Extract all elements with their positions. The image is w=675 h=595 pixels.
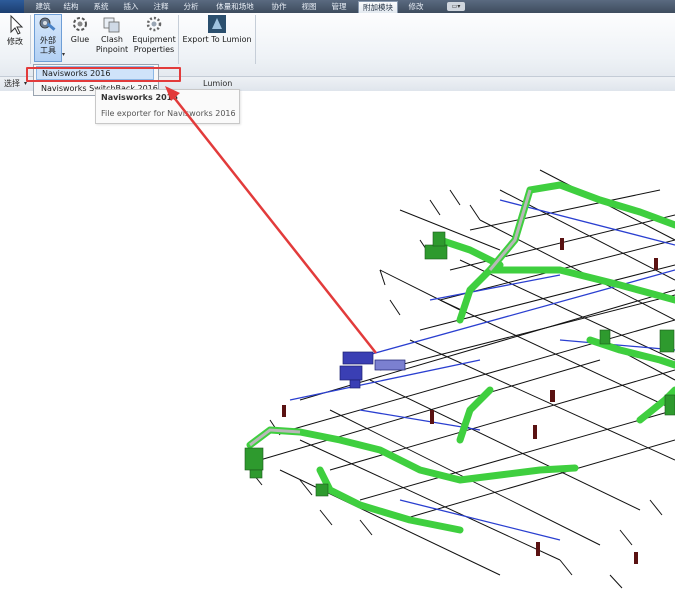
tab-insert[interactable]: 插入 [120,1,142,13]
tooltip-description: File exporter for Navisworks 2016 [101,109,236,118]
cursor-arrow-icon [10,14,24,35]
lumion-icon [208,15,226,33]
equipment-properties-icon [146,16,162,32]
clash-pinpoint-button[interactable]: Clash Pinpoint [95,14,129,62]
glue-label: Glue [70,35,90,44]
tab-collaborate[interactable]: 协作 [268,1,290,13]
modify-label: 修改 [7,37,23,46]
tab-systems[interactable]: 系统 [90,1,112,13]
tab-add-ins[interactable]: 附加模块 [358,1,398,13]
tooltip: Navisworks 2016 File exporter for Navisw… [95,89,240,124]
glue-button[interactable]: Glue [67,14,93,62]
tab-massing-site[interactable]: 体量和场地 [210,1,260,13]
external-tools-label-2: 工具 [40,46,56,55]
equipment-label-1: Equipment [132,35,176,44]
ribbon-separator [178,15,179,64]
glue-icon [73,17,87,31]
modify-button[interactable]: 修改 [2,14,28,62]
ribbon-separator [30,15,31,64]
green-ducts [246,181,675,534]
export-to-lumion-label: Export To Lumion [182,35,252,44]
external-tools-dropdown-icon[interactable]: ▾ [62,51,65,58]
tab-annotate[interactable]: 注释 [150,1,172,13]
external-tools-icon [39,17,56,31]
equipment-label-2: Properties [133,45,175,54]
model-view-canvas[interactable] [0,78,675,595]
ribbon-tab-bar: 建筑 结构 系统 插入 注释 分析 体量和场地 协作 视图 管理 附加模块 修改… [0,0,675,13]
application-menu-button[interactable] [0,0,24,13]
external-tools-label-1: 外部 [40,36,56,45]
gray-duct-segments [249,189,532,447]
tab-view[interactable]: 视图 [298,1,320,13]
tooltip-title: Navisworks 2016 [101,93,178,102]
export-to-lumion-button[interactable]: Export To Lumion [180,14,254,62]
tab-manage[interactable]: 管理 [328,1,350,13]
black-pipe-grid [259,169,675,576]
ribbon-minimize-icon[interactable]: ▭▾ [447,2,465,11]
clash-label-2: Pinpoint [95,45,129,54]
clash-pinpoint-icon [103,17,120,33]
ribbon-separator [255,15,256,64]
external-tools-button[interactable]: 外部 工具 [34,14,62,62]
tab-structure[interactable]: 结构 [60,1,82,13]
red-highlight-box [26,67,181,82]
tab-analyze[interactable]: 分析 [180,1,202,13]
tab-architecture[interactable]: 建筑 [32,1,54,13]
clash-label-1: Clash [101,35,123,44]
tab-modify[interactable]: 修改 [405,1,427,13]
equipment-properties-button[interactable]: Equipment Properties [131,14,177,62]
